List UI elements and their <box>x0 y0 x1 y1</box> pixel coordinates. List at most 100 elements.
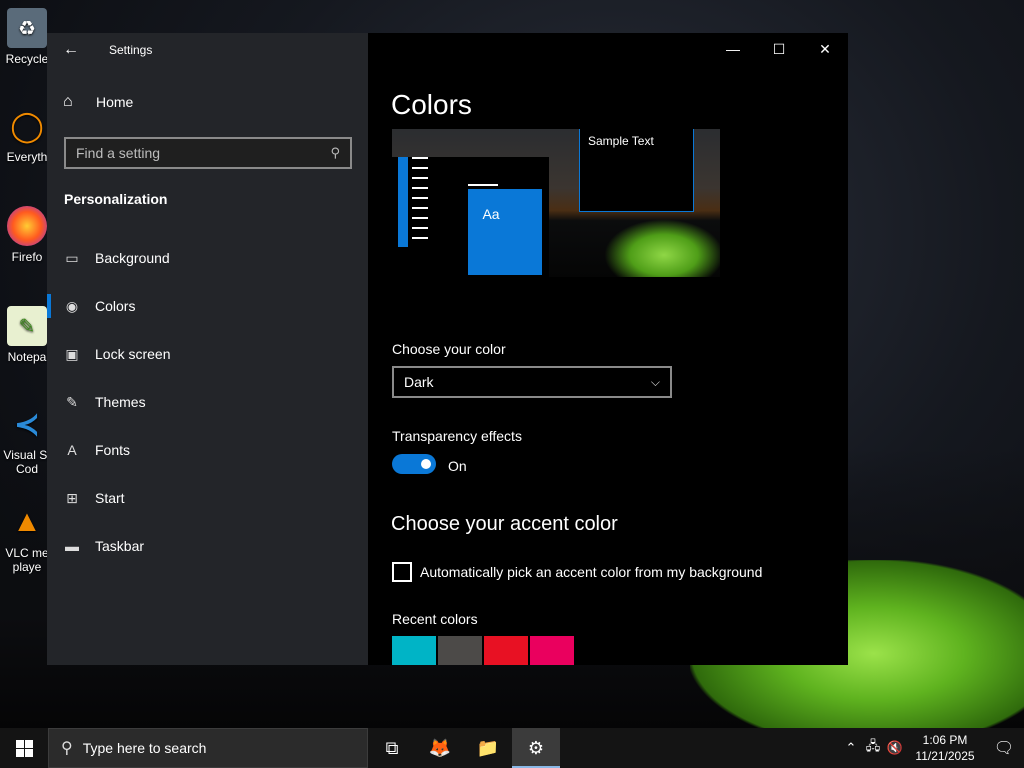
taskbar-firefox-button[interactable]: 🦊 <box>416 728 464 768</box>
font-icon: A <box>67 442 77 458</box>
start-grid-icon: ⊞ <box>66 489 78 506</box>
desktop-icon-label: Everyth <box>6 150 48 164</box>
action-center-button[interactable]: 🗨 <box>984 738 1024 758</box>
desktop-icon-label: Recycle <box>5 52 49 66</box>
maximize-button[interactable]: ☐ <box>756 33 802 65</box>
vscode-icon: ≺ <box>13 406 41 442</box>
accent-color-heading: Choose your accent color <box>391 513 618 535</box>
desktop-icon-label: Visual St <box>3 448 51 462</box>
desktop-icon-vlc[interactable]: ▲ VLC me playe <box>2 502 52 574</box>
home-icon: ⌂ <box>63 93 73 110</box>
close-button[interactable]: ✕ <box>802 33 848 65</box>
desktop-icon-vscode[interactable]: ≺ Visual St Cod <box>2 404 52 476</box>
desktop-icon-firefox[interactable]: Firefo <box>2 206 52 264</box>
sidebar-item-label: Fonts <box>95 442 131 458</box>
desktop-icon-label: Notepa <box>7 350 47 364</box>
preview-tile-header <box>468 184 498 186</box>
clock-date: 11/21/2025 <box>915 749 975 763</box>
nav-home-label: Home <box>96 94 134 110</box>
sidebar-item-label: Colors <box>95 298 136 314</box>
sidebar-item-themes[interactable]: ✎ Themes <box>47 378 368 426</box>
color-preview: Aa Sample Text <box>392 129 720 277</box>
chevron-down-icon: ⌵ <box>650 374 660 389</box>
sidebar-item-start[interactable]: ⊞ Start <box>47 474 368 522</box>
clock[interactable]: 1:06 PM 11/21/2025 <box>906 732 984 764</box>
maximize-icon: ☐ <box>772 40 786 57</box>
desktop-icon-everything[interactable]: ◯ Everyth <box>2 106 52 165</box>
auto-pick-accent-checkbox[interactable] <box>392 562 412 582</box>
transparency-toggle[interactable] <box>392 454 436 474</box>
desktop-icon-label: Firefo <box>11 250 43 264</box>
preview-sample-window: Sample Text <box>579 129 694 212</box>
auto-pick-accent-row[interactable]: Automatically pick an accent color from … <box>392 562 762 582</box>
sidebar-item-label: Taskbar <box>95 538 145 554</box>
desktop-icon-recycle-bin[interactable]: ♻ Recycle <box>2 8 52 66</box>
start-button[interactable] <box>0 728 48 768</box>
desktop-icon-label-line2: Cod <box>15 462 38 476</box>
recent-color-swatch[interactable] <box>484 636 528 665</box>
clock-time: 1:06 PM <box>922 733 968 747</box>
taskbar-file-explorer-button[interactable]: 📁 <box>464 728 512 768</box>
personalization-nav: ▭ Background ◉ Colors ▣ Lock screen ✎ Th… <box>47 234 368 570</box>
taskbar-search-box[interactable]: ⚲ Type here to search <box>48 728 368 768</box>
search-icon: ⚲ <box>330 145 340 160</box>
sidebar-item-taskbar[interactable]: ▬ Taskbar <box>47 522 368 570</box>
preview-sample-text: Sample Text <box>588 134 654 148</box>
section-heading: Personalization <box>64 191 168 207</box>
windows-logo-icon <box>15 739 33 757</box>
recent-colors-swatches <box>392 636 576 665</box>
preview-tile-text: Aa <box>468 189 514 239</box>
toggle-knob <box>421 459 431 469</box>
window-controls: — ☐ ✕ <box>710 33 848 65</box>
sidebar-item-label: Lock screen <box>95 346 171 362</box>
choose-color-dropdown[interactable]: Dark ⌵ <box>392 366 672 398</box>
show-hidden-icons-button[interactable]: ⌃ <box>840 740 862 756</box>
desktop-icon-label-line2: playe <box>12 560 42 574</box>
nav-home[interactable]: ⌂ Home <box>63 93 133 111</box>
back-button[interactable]: ← <box>47 33 95 66</box>
sidebar-item-background[interactable]: ▭ Background <box>47 234 368 282</box>
system-tray: ⌃ 🖧 🔇 1:06 PM 11/21/2025 🗨 <box>840 728 1024 768</box>
settings-content: — ☐ ✕ Colors Aa Sample Text Choose your … <box>368 33 848 665</box>
sidebar-item-lock-screen[interactable]: ▣ Lock screen <box>47 330 368 378</box>
sidebar-item-fonts[interactable]: A Fonts <box>47 426 368 474</box>
task-view-button[interactable]: ⧉ <box>368 728 416 768</box>
everything-search-icon: ◯ <box>10 109 44 143</box>
transparency-state: On <box>448 458 467 474</box>
sidebar-item-label: Themes <box>95 394 146 410</box>
auto-pick-accent-label: Automatically pick an accent color from … <box>420 564 763 580</box>
back-arrow-icon: ← <box>63 40 79 58</box>
title-bar: ← Settings <box>47 33 368 66</box>
task-view-icon: ⧉ <box>385 737 399 758</box>
desktop-icon-label: VLC me <box>5 546 49 560</box>
recent-color-swatch[interactable] <box>530 636 574 665</box>
recent-color-swatch[interactable] <box>438 636 482 665</box>
recent-colors-label: Recent colors <box>392 611 478 627</box>
sidebar-item-label: Start <box>95 490 125 506</box>
app-title: Settings <box>109 42 153 57</box>
preview-menu-lines <box>412 157 428 247</box>
find-setting-input[interactable] <box>76 145 331 161</box>
find-setting-search-box[interactable]: ⚲ <box>64 137 352 169</box>
notification-icon: 🗨 <box>993 740 1015 757</box>
picture-icon: ▭ <box>65 249 79 266</box>
recent-color-swatch[interactable] <box>392 636 436 665</box>
firefox-icon <box>7 206 47 246</box>
settings-window: ← Settings ⌂ Home ⚲ Personalization ▭ Ba… <box>47 33 848 665</box>
file-explorer-icon: 📁 <box>476 737 500 758</box>
volume-muted-icon[interactable]: 🔇 <box>884 740 906 756</box>
lock-screen-icon: ▣ <box>65 345 79 362</box>
choose-color-selected: Dark <box>404 374 434 390</box>
minimize-button[interactable]: — <box>710 33 756 65</box>
preview-wallpaper-tent <box>604 219 720 277</box>
desktop-icon-notepad-plus[interactable]: ✎ Notepa <box>2 306 52 364</box>
search-icon: ⚲ <box>61 740 73 757</box>
recycle-bin-icon: ♻ <box>7 8 47 48</box>
minimize-icon: — <box>726 41 740 57</box>
sidebar-item-colors[interactable]: ◉ Colors <box>47 282 368 330</box>
page-title: Colors <box>391 89 472 120</box>
network-icon[interactable]: 🖧 <box>862 737 884 759</box>
brush-icon: ✎ <box>66 393 78 410</box>
taskbar-settings-button[interactable]: ⚙ <box>512 728 560 768</box>
settings-sidebar: ← Settings ⌂ Home ⚲ Personalization ▭ Ba… <box>47 33 368 665</box>
